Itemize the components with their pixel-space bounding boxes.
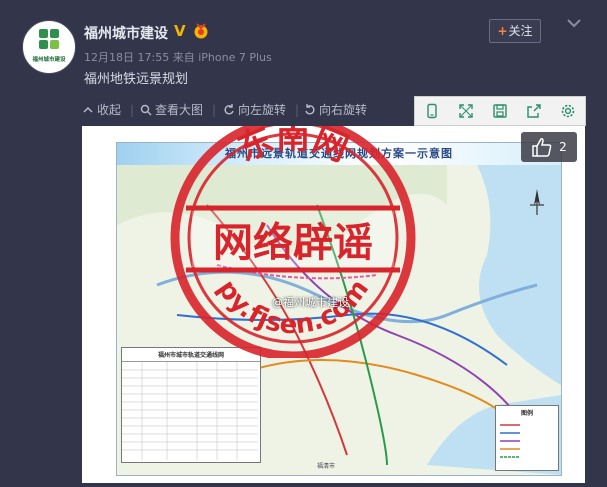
chevron-down-icon[interactable] <box>566 16 582 30</box>
rotate-right-button[interactable]: 向右旋转 <box>304 101 367 118</box>
image-action-bar <box>414 96 586 126</box>
source-prefix: 来自 <box>172 51 195 64</box>
collapse-icon <box>83 106 93 113</box>
table-grid <box>122 362 258 460</box>
like-button[interactable]: 2 <box>521 132 577 162</box>
logo-block <box>50 29 59 38</box>
share-icon[interactable] <box>526 103 542 119</box>
line-table: 福州市城市轨道交通线网 <box>121 347 261 463</box>
like-count: 2 <box>559 140 567 154</box>
plus-icon: + <box>497 24 508 38</box>
stamp-center-text: 网络辟谣 <box>213 220 373 266</box>
collapse-label: 收起 <box>97 103 122 117</box>
medal-icon <box>194 23 208 39</box>
gear-icon[interactable] <box>560 103 576 119</box>
view-large-label: 查看大图 <box>155 103 204 117</box>
avatar[interactable]: 福州城市建设 <box>22 20 76 74</box>
stamp-top-text: 东南网 <box>232 126 354 170</box>
logo-block <box>50 40 59 49</box>
rotate-left-label: 向左旋转 <box>238 103 287 117</box>
collapse-button[interactable]: 收起 | <box>82 101 134 118</box>
rotate-right-icon <box>305 103 315 115</box>
logo-block <box>39 29 48 38</box>
place-label: 福清市 <box>317 463 336 470</box>
divider: | <box>212 102 217 117</box>
post-text: 福州地铁远景规划 <box>84 72 189 87</box>
post-source: iPhone 7 Plus <box>198 51 272 64</box>
rotate-right-label: 向右旋转 <box>319 103 368 117</box>
verified-icon: V <box>174 22 186 40</box>
divider: | <box>130 102 135 117</box>
rumor-stamp: 东南网 网络辟谣 py.fjsen.com <box>170 126 416 358</box>
follow-label: 关注 <box>508 24 533 38</box>
post-image[interactable]: 福州市远景轨道交通线网规划方案一示意图 福州市城市轨道交通线网 图例 福清市 东… <box>82 126 585 483</box>
post-meta: 12月18日 17:55 来自 iPhone 7 Plus <box>84 49 272 65</box>
rotate-left-button[interactable]: 向左旋转 | <box>223 101 299 118</box>
post-time[interactable]: 12月18日 17:55 <box>84 51 169 64</box>
divider: | <box>295 102 300 117</box>
legend-lines <box>500 424 520 458</box>
image-watermark: @福州城市建设 <box>272 296 349 309</box>
weibo-post-card: 福州城市建设 福州城市建设 V 12月18日 17:55 来自 iPhone 7… <box>0 0 607 487</box>
avatar-caption: 福州城市建设 <box>32 57 66 63</box>
save-icon[interactable] <box>492 103 508 119</box>
view-large-button[interactable]: 查看大图 | <box>140 101 216 118</box>
phone-icon[interactable] <box>424 103 440 119</box>
search-icon <box>140 104 152 115</box>
map-legend: 图例 <box>495 405 559 471</box>
fullscreen-icon[interactable] <box>458 103 474 119</box>
logo-block <box>39 40 48 49</box>
follow-button[interactable]: +关注 <box>489 19 541 43</box>
legend-title: 图例 <box>520 410 533 417</box>
rotate-left-icon <box>224 103 234 115</box>
author-name[interactable]: 福州城市建设 <box>84 23 168 43</box>
thumbs-up-icon <box>532 138 552 157</box>
